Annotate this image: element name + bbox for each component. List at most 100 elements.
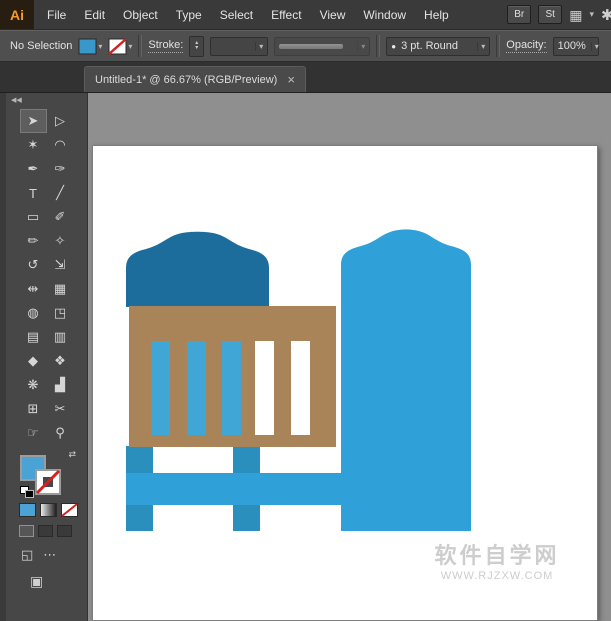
- menu-file[interactable]: File: [38, 8, 75, 22]
- default-fill-stroke-icon[interactable]: [20, 486, 35, 499]
- menubar-right: Br St ▦ ▾ ✱: [507, 5, 611, 24]
- panels-button[interactable]: ▣: [30, 573, 87, 590]
- hand-tool[interactable]: ☞: [20, 421, 47, 445]
- brush-name: 3 pt. Round: [401, 40, 458, 52]
- none-button[interactable]: [61, 503, 78, 517]
- pen-tool[interactable]: ✒: [20, 157, 47, 181]
- free-transform-tool[interactable]: ▦: [47, 277, 74, 301]
- crib-slat-gap-1[interactable]: [151, 341, 170, 435]
- eyedropper-tool[interactable]: ◆: [20, 349, 47, 373]
- fill-chevron-down-icon[interactable]: ▾: [98, 42, 102, 51]
- width-profile-dropdown: ▾: [274, 37, 370, 56]
- stepper-down-icon[interactable]: ▾: [195, 46, 198, 51]
- watermark-line1: 软件自学网: [417, 542, 577, 570]
- magic-wand-tool[interactable]: ✶: [20, 133, 47, 157]
- color-button[interactable]: [19, 503, 36, 517]
- artboard-tool[interactable]: ⊞: [20, 397, 47, 421]
- opacity-dropdown[interactable]: 100% ▾: [553, 37, 599, 56]
- zoom-tool[interactable]: ⚲: [47, 421, 74, 445]
- fill-swatch-control[interactable]: ▾: [78, 38, 102, 55]
- stroke-swatch-icon[interactable]: [108, 38, 127, 55]
- document-tab-bar: Untitled-1* @ 66.67% (RGB/Preview) ×: [0, 62, 611, 93]
- rotate-tool[interactable]: ↺: [20, 253, 47, 277]
- fill-swatch-icon[interactable]: [78, 38, 97, 55]
- more-options-button[interactable]: ⋯: [43, 547, 56, 563]
- chevron-down-icon[interactable]: ▾: [477, 42, 485, 51]
- swap-fill-stroke-icon[interactable]: ⇄: [68, 449, 76, 460]
- menu-type[interactable]: Type: [167, 8, 211, 22]
- chevron-down-icon: ▾: [357, 42, 365, 51]
- opacity-value: 100%: [558, 40, 586, 52]
- menu-view[interactable]: View: [311, 8, 355, 22]
- menu-effect[interactable]: Effect: [262, 8, 310, 22]
- stroke-swatch-control[interactable]: ▾: [108, 38, 132, 55]
- selection-tool[interactable]: ➤: [20, 109, 47, 133]
- menu-help[interactable]: Help: [415, 8, 458, 22]
- stroke-color-swatch[interactable]: [35, 469, 61, 495]
- toolbar-misc-row: ◱ ⋯: [21, 547, 87, 563]
- control-bar: No Selection ▾ ▾ Stroke: ▴ ▾ ▾ ▾: [0, 30, 611, 62]
- workspace-switcher-icon[interactable]: ▦: [569, 8, 582, 22]
- close-icon[interactable]: ×: [287, 73, 295, 86]
- crib-slat-gap-4[interactable]: [255, 341, 274, 435]
- slice-tool[interactable]: ✂: [47, 397, 74, 421]
- drawing-mode-row: [19, 525, 87, 537]
- stroke-chevron-down-icon[interactable]: ▾: [128, 42, 132, 51]
- paint-style-row: [19, 503, 87, 517]
- width-profile-preview: [279, 44, 343, 49]
- direct-selection-tool[interactable]: ▷: [47, 109, 74, 133]
- canvas-pasteboard[interactable]: 软件自学网 WWW.RJZXW.COM: [88, 93, 611, 621]
- tools-panel-collapse[interactable]: ◀◀: [6, 93, 87, 109]
- separator: [138, 35, 142, 57]
- workspace-chevron-down-icon[interactable]: ▾: [589, 9, 594, 20]
- artboard[interactable]: 软件自学网 WWW.RJZXW.COM: [92, 145, 598, 621]
- illustrator-window: Ai FileEditObjectTypeSelectEffectViewWin…: [0, 0, 611, 621]
- shape-builder-tool[interactable]: ◍: [20, 301, 47, 325]
- screen-mode-button[interactable]: ◱: [21, 547, 33, 563]
- separator: [496, 35, 500, 57]
- line-segment-tool[interactable]: ╱: [47, 181, 74, 205]
- menubar: Ai FileEditObjectTypeSelectEffectViewWin…: [0, 0, 611, 30]
- draw-inside-button[interactable]: [57, 525, 72, 537]
- crib-bottom-rail[interactable]: [126, 473, 471, 505]
- menu-window[interactable]: Window: [354, 8, 415, 22]
- blend-tool[interactable]: ❖: [47, 349, 74, 373]
- document-tab[interactable]: Untitled-1* @ 66.67% (RGB/Preview) ×: [84, 66, 306, 92]
- chevron-down-icon[interactable]: ▾: [255, 42, 263, 51]
- stroke-width-stepper[interactable]: ▴ ▾: [189, 36, 204, 57]
- menubar-extra-icon[interactable]: ✱: [601, 6, 611, 24]
- column-graph-tool[interactable]: ▟: [47, 373, 74, 397]
- crib-slat-gap-3[interactable]: [222, 341, 241, 435]
- width-tool[interactable]: ⇹: [20, 277, 47, 301]
- rectangle-tool[interactable]: ▭: [20, 205, 47, 229]
- crib-slat-gap-2[interactable]: [187, 341, 206, 435]
- paintbrush-tool[interactable]: ✐: [47, 205, 74, 229]
- brush-dropdown[interactable]: ● 3 pt. Round ▾: [386, 37, 490, 56]
- lasso-tool[interactable]: ◠: [47, 133, 74, 157]
- menu-edit[interactable]: Edit: [75, 8, 114, 22]
- perspective-grid-tool[interactable]: ◳: [47, 301, 74, 325]
- crib-left-headboard[interactable]: [126, 232, 269, 307]
- type-tool[interactable]: T: [20, 181, 47, 205]
- fill-stroke-widget: ⇄: [20, 449, 76, 497]
- bridge-button[interactable]: Br: [507, 5, 531, 24]
- stroke-label[interactable]: Stroke:: [148, 39, 183, 53]
- chevron-down-icon[interactable]: ▾: [591, 42, 599, 51]
- draw-normal-button[interactable]: [19, 525, 34, 537]
- curvature-pen-tool[interactable]: ✑: [47, 157, 74, 181]
- menu-object[interactable]: Object: [114, 8, 167, 22]
- pencil-tool[interactable]: ✏: [20, 229, 47, 253]
- menu-select[interactable]: Select: [211, 8, 262, 22]
- symbol-sprayer-tool[interactable]: ❋: [20, 373, 47, 397]
- shaper-tool[interactable]: ✧: [47, 229, 74, 253]
- gradient-tool[interactable]: ▥: [47, 325, 74, 349]
- scale-tool[interactable]: ⇲: [47, 253, 74, 277]
- mesh-tool[interactable]: ▤: [20, 325, 47, 349]
- stroke-width-dropdown[interactable]: ▾: [210, 37, 268, 56]
- opacity-label[interactable]: Opacity:: [506, 39, 546, 53]
- watermark-line2: WWW.RJZXW.COM: [417, 570, 577, 584]
- stock-button[interactable]: St: [538, 5, 562, 24]
- draw-behind-button[interactable]: [38, 525, 53, 537]
- gradient-button[interactable]: [40, 503, 57, 517]
- crib-slat-gap-5[interactable]: [291, 341, 310, 435]
